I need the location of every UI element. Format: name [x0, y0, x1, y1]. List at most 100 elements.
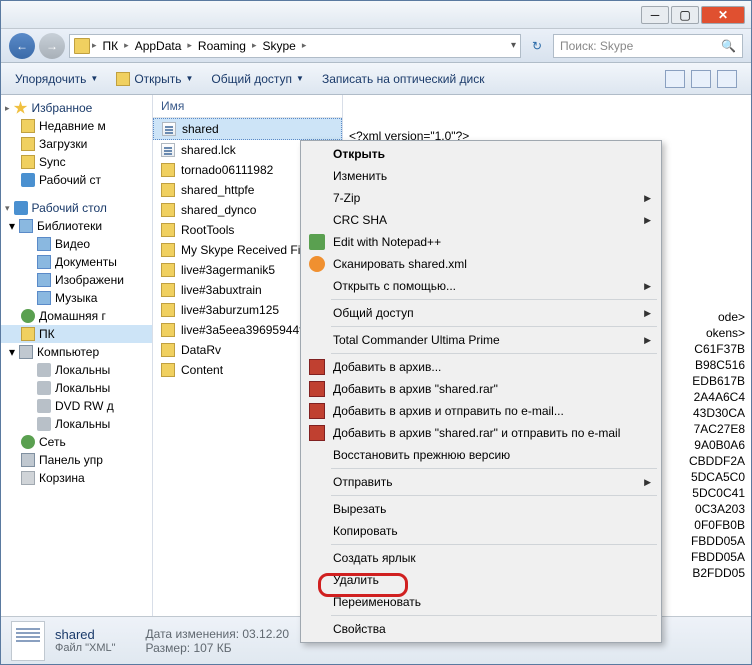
folder-icon: [161, 343, 175, 357]
column-header[interactable]: Имя: [153, 95, 342, 118]
open-menu[interactable]: Открыть▼: [116, 72, 193, 86]
preview-pane-button[interactable]: [691, 70, 711, 88]
navbar: ← → ▸ ПК▸ AppData▸ Roaming▸ Skype▸ ▾ ↻ П…: [1, 29, 751, 63]
refresh-button[interactable]: ↻: [525, 34, 549, 58]
sidebar-item[interactable]: Видео: [1, 235, 152, 253]
context-menu-item[interactable]: Добавить в архив...: [303, 356, 659, 378]
sidebar-item[interactable]: Загрузки: [1, 135, 152, 153]
sidebar-item[interactable]: Локальны: [1, 379, 152, 397]
share-menu[interactable]: Общий доступ▼: [211, 72, 304, 86]
np-icon: [309, 234, 325, 250]
network-icon: [21, 435, 35, 449]
desktop-icon: [21, 173, 35, 187]
context-menu-item[interactable]: Отправить▶: [303, 471, 659, 493]
folder-icon: [161, 323, 175, 337]
sidebar-item[interactable]: Недавние м: [1, 117, 152, 135]
xml-file-icon: [161, 143, 175, 157]
folder-icon: [21, 155, 35, 169]
sidebar-item[interactable]: Домашняя г: [1, 307, 152, 325]
back-button[interactable]: ←: [9, 33, 35, 59]
desktop-header[interactable]: ▾Рабочий стол: [1, 199, 152, 217]
minimize-button[interactable]: ─: [641, 6, 669, 24]
context-menu-item[interactable]: Копировать: [303, 520, 659, 542]
computer-icon: [19, 345, 33, 359]
folder-icon: [161, 243, 175, 257]
rar-icon: [309, 403, 325, 419]
sidebar-item[interactable]: ▾Компьютер: [1, 343, 152, 361]
close-button[interactable]: ✕: [701, 6, 745, 24]
forward-button[interactable]: →: [39, 33, 65, 59]
desktop-icon: [14, 201, 28, 215]
submenu-arrow-icon: ▶: [644, 477, 651, 488]
context-menu-item[interactable]: Открыть с помощью...▶: [303, 275, 659, 297]
folder-open-icon: [116, 72, 130, 86]
sidebar-item[interactable]: Панель упр: [1, 451, 152, 469]
submenu-arrow-icon: ▶: [644, 335, 651, 346]
sidebar-item[interactable]: Документы: [1, 253, 152, 271]
context-menu-item[interactable]: CRC SHA▶: [303, 209, 659, 231]
context-menu-item[interactable]: Общий доступ▶: [303, 302, 659, 324]
context-menu-item[interactable]: 7-Zip▶: [303, 187, 659, 209]
sidebar-item[interactable]: Корзина: [1, 469, 152, 487]
sidebar-item[interactable]: Сеть: [1, 433, 152, 451]
toolbar: Упорядочить▼ Открыть▼ Общий доступ▼ Запи…: [1, 63, 751, 95]
context-menu-item[interactable]: Свойства: [303, 618, 659, 640]
folder-icon: [74, 38, 90, 54]
status-filetype: Файл "XML": [55, 642, 116, 654]
submenu-arrow-icon: ▶: [644, 281, 651, 292]
documents-icon: [37, 255, 51, 269]
context-menu-item[interactable]: Добавить в архив "shared.rar" и отправит…: [303, 422, 659, 444]
sidebar-item[interactable]: Изображени: [1, 271, 152, 289]
context-menu-item[interactable]: Восстановить прежнюю версию: [303, 444, 659, 466]
context-menu-item[interactable]: Удалить: [303, 569, 659, 591]
context-menu-item[interactable]: Сканировать shared.xml: [303, 253, 659, 275]
breadcrumb-seg[interactable]: AppData: [131, 37, 186, 55]
context-menu-item[interactable]: Добавить в архив "shared.rar": [303, 378, 659, 400]
folder-icon: [161, 183, 175, 197]
homegroup-icon: [21, 309, 35, 323]
burn-button[interactable]: Записать на оптический диск: [322, 72, 485, 86]
search-input[interactable]: Поиск: Skype 🔍: [553, 34, 743, 58]
sidebar-item[interactable]: DVD RW д: [1, 397, 152, 415]
sidebar-item[interactable]: Локальны: [1, 361, 152, 379]
drive-icon: [37, 381, 51, 395]
help-button[interactable]: [717, 70, 737, 88]
sidebar-item[interactable]: ▾Библиотеки: [1, 217, 152, 235]
music-icon: [37, 291, 51, 305]
sidebar-item[interactable]: Локальны: [1, 415, 152, 433]
context-menu-item[interactable]: Добавить в архив и отправить по e-mail..…: [303, 400, 659, 422]
organize-menu[interactable]: Упорядочить▼: [15, 72, 98, 86]
context-menu-item[interactable]: Изменить: [303, 165, 659, 187]
rar-icon: [309, 381, 325, 397]
sidebar-item-pk[interactable]: ПК: [1, 325, 152, 343]
favorites-header[interactable]: ▸Избранное: [1, 99, 152, 117]
context-menu-item[interactable]: Вырезать: [303, 498, 659, 520]
rar-icon: [309, 425, 325, 441]
folder-icon: [21, 119, 35, 133]
folder-icon: [161, 263, 175, 277]
view-button[interactable]: [665, 70, 685, 88]
file-row[interactable]: shared: [153, 118, 342, 140]
context-menu-item[interactable]: Создать ярлык: [303, 547, 659, 569]
sidebar-item[interactable]: Музыка: [1, 289, 152, 307]
folder-icon: [161, 303, 175, 317]
submenu-arrow-icon: ▶: [644, 308, 651, 319]
or-icon: [309, 256, 325, 272]
context-menu-item[interactable]: Открыть: [303, 143, 659, 165]
maximize-button[interactable]: ▢: [671, 6, 699, 24]
context-menu-item[interactable]: Edit with Notepad++: [303, 231, 659, 253]
breadcrumb-seg[interactable]: Roaming: [194, 37, 250, 55]
context-menu-item[interactable]: Total Commander Ultima Prime▶: [303, 329, 659, 351]
context-menu-item[interactable]: Переименовать: [303, 591, 659, 613]
pictures-icon: [37, 273, 51, 287]
breadcrumb-seg[interactable]: Skype: [258, 37, 299, 55]
breadcrumb-seg[interactable]: ПК: [99, 37, 123, 55]
sidebar-item[interactable]: Рабочий ст: [1, 171, 152, 189]
sidebar-item[interactable]: Sync: [1, 153, 152, 171]
trash-icon: [21, 471, 35, 485]
breadcrumb[interactable]: ▸ ПК▸ AppData▸ Roaming▸ Skype▸ ▾: [69, 34, 521, 58]
folder-icon: [21, 137, 35, 151]
dvd-icon: [37, 399, 51, 413]
drive-icon: [37, 417, 51, 431]
xml-file-icon: [162, 122, 176, 136]
